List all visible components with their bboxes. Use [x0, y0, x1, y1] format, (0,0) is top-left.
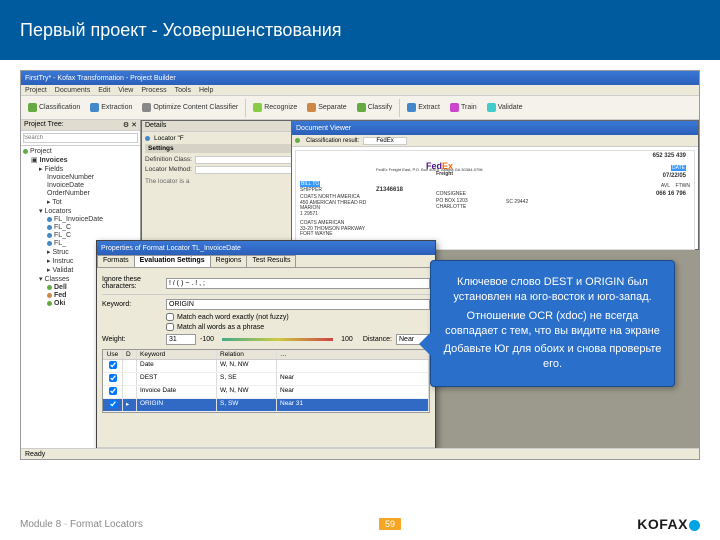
- slide-header: Первый проект - Усовершенствования: [0, 0, 720, 60]
- method-value[interactable]: [195, 166, 302, 174]
- keyword-input[interactable]: [166, 299, 430, 310]
- properties-dialog: Properties of Format Locator TL_InvoiceD…: [96, 240, 436, 460]
- grid-row[interactable]: Invoice DateW, N, NWNear: [103, 386, 429, 399]
- menubar[interactable]: Project Documents Edit View Process Tool…: [21, 85, 699, 96]
- project-tree-label: Project Tree:: [24, 121, 64, 129]
- btn-separate[interactable]: Separate: [304, 102, 349, 113]
- btn-extraction[interactable]: Extraction: [87, 102, 135, 113]
- window-titlebar: FirstTry* - Kofax Transformation - Proje…: [21, 71, 699, 85]
- def-class-value[interactable]: [195, 156, 302, 164]
- props-title: Properties of Format Locator TL_InvoiceD…: [101, 245, 241, 252]
- grid-row[interactable]: DateW, N, NW: [103, 360, 429, 373]
- btn-optimize[interactable]: Optimize Content Classifier: [139, 102, 241, 113]
- tab-evaluation-settings[interactable]: Evaluation Settings: [134, 255, 211, 267]
- tab-formats[interactable]: Formats: [97, 255, 135, 267]
- details-panel: Details✕ Locator "F Settings Definition …: [141, 120, 306, 260]
- menu-documents[interactable]: Documents: [55, 87, 90, 94]
- document-viewer: Document Viewer Classification result: F…: [291, 120, 699, 250]
- weight-input[interactable]: [166, 334, 196, 345]
- slide-title: Первый проект - Усовершенствования: [20, 20, 342, 41]
- document-page[interactable]: FedExFreight 652 325 439 DATE 07/22/05 A…: [295, 150, 695, 250]
- keywords-grid: Use D Keyword Relation … DateW, N, NW: [102, 349, 430, 413]
- statusbar: Ready: [21, 448, 699, 459]
- ignore-chars-input[interactable]: [166, 278, 430, 289]
- menu-view[interactable]: View: [118, 87, 133, 94]
- btn-recognize[interactable]: Recognize: [250, 102, 300, 113]
- chk-match-exact[interactable]: [166, 313, 174, 321]
- chk-match-phrase[interactable]: [166, 323, 174, 331]
- tab-regions[interactable]: Regions: [210, 255, 248, 267]
- btn-classification[interactable]: Classification: [25, 102, 83, 113]
- btn-extract[interactable]: Extract: [404, 102, 443, 113]
- weight-slider[interactable]: [222, 338, 333, 341]
- btn-validate[interactable]: Validate: [484, 102, 526, 113]
- viewer-title: Document Viewer: [296, 125, 351, 132]
- kofax-logo: KOFAX: [637, 516, 700, 532]
- props-tabs: Formats Evaluation Settings Regions Test…: [97, 255, 435, 268]
- classification-result[interactable]: FedEx: [363, 137, 406, 145]
- instruction-callout: Ключевое слово DEST и ORIGIN был установ…: [430, 260, 675, 387]
- search-input[interactable]: [23, 133, 138, 143]
- locator-name: Locator "F: [154, 135, 184, 142]
- menu-project[interactable]: Project: [25, 87, 47, 94]
- settings-section: Settings: [145, 144, 302, 153]
- menu-help[interactable]: Help: [199, 87, 213, 94]
- grid-row-selected[interactable]: ▸ ORIGINS, SWNear 31: [103, 399, 429, 412]
- toolbar: Classification Extraction Optimize Conte…: [21, 96, 699, 120]
- tree-tools-icon[interactable]: ⚙ ✕: [123, 121, 137, 129]
- tab-test-results[interactable]: Test Results: [246, 255, 296, 267]
- menu-process[interactable]: Process: [141, 87, 166, 94]
- btn-classify[interactable]: Classify: [354, 102, 396, 113]
- btn-train[interactable]: Train: [447, 102, 480, 113]
- menu-edit[interactable]: Edit: [98, 87, 110, 94]
- details-heading: Details: [145, 122, 166, 130]
- slide-footer: Module 8 - Format Locators 59 KOFAX: [20, 516, 700, 532]
- menu-tools[interactable]: Tools: [175, 87, 191, 94]
- window-title: FirstTry* - Kofax Transformation - Proje…: [25, 75, 176, 82]
- page-number: 59: [379, 518, 401, 530]
- grid-row[interactable]: DESTS, SENear: [103, 373, 429, 386]
